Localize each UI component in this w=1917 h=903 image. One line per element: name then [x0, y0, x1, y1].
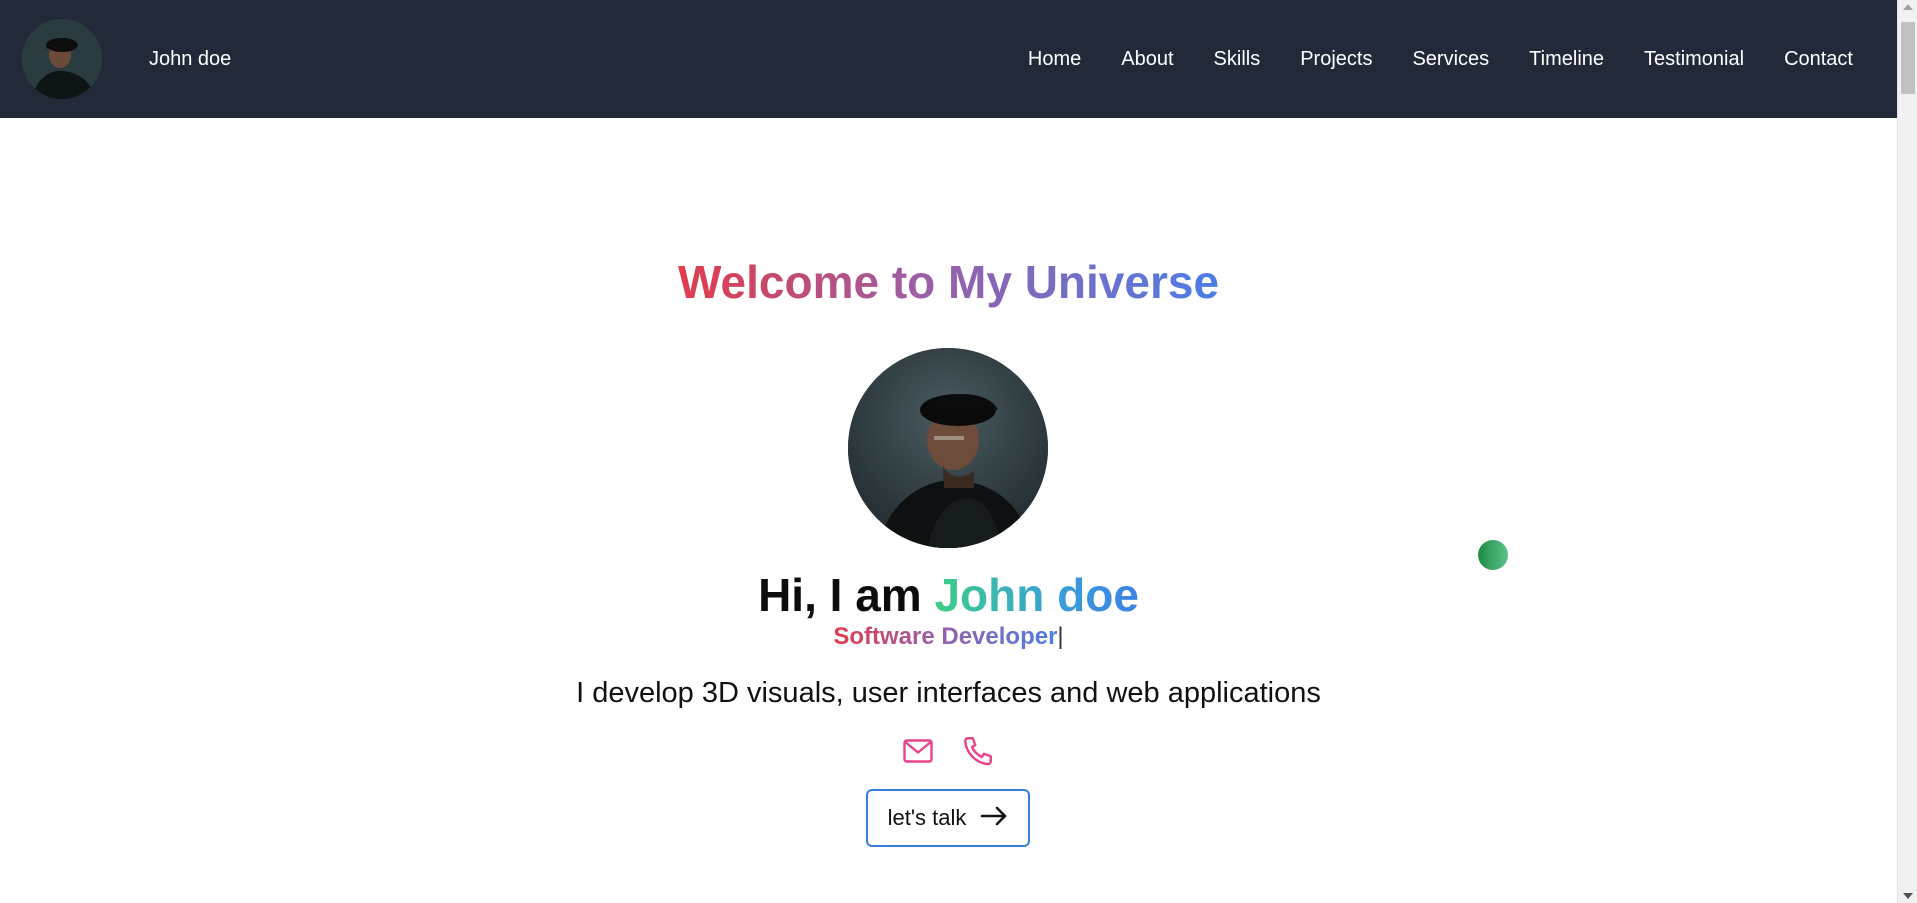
brand[interactable]: John doe	[22, 19, 231, 99]
hero-avatar	[848, 348, 1048, 548]
arrow-right-icon	[980, 805, 1008, 831]
role-text: Software Developer	[833, 623, 1058, 650]
contact-icons	[900, 733, 1020, 769]
nav-link-skills[interactable]: Skills	[1214, 48, 1261, 71]
hero-role: Software Developer|	[0, 623, 1897, 651]
nav-link-contact[interactable]: Contact	[1784, 48, 1853, 71]
scroll-down-arrow-icon[interactable]	[1903, 893, 1913, 899]
nav-link-home[interactable]: Home	[1028, 48, 1081, 71]
scroll-thumb[interactable]	[1901, 22, 1915, 94]
nav-link-timeline[interactable]: Timeline	[1529, 48, 1604, 71]
lets-talk-label: let's talk	[887, 805, 967, 830]
page: John doe Home About Skills Projects Serv…	[0, 0, 1897, 903]
scroll-up-arrow-icon[interactable]	[1903, 4, 1913, 10]
hero-intro: Hi, I am John doe	[0, 568, 1897, 622]
nav-links: Home About Skills Projects Services Time…	[988, 0, 1853, 118]
hero-tagline: I develop 3D visuals, user interfaces an…	[576, 677, 1321, 709]
brand-name[interactable]: John doe	[149, 48, 231, 71]
typing-cursor: |	[1057, 623, 1064, 650]
floating-dot	[1478, 540, 1508, 570]
intro-prefix: Hi, I am	[758, 569, 935, 621]
hero-title-text: Welcome to My Universe	[677, 256, 1220, 308]
nav-link-about[interactable]: About	[1121, 48, 1173, 71]
lets-talk-button[interactable]: let's talk	[866, 789, 1030, 847]
scrollbar[interactable]	[1897, 0, 1917, 903]
nav-link-projects[interactable]: Projects	[1300, 48, 1372, 71]
brand-avatar	[22, 19, 102, 99]
hero-title: Welcome to My Universe	[0, 255, 1897, 309]
nav-link-testimonial[interactable]: Testimonial	[1644, 48, 1744, 71]
phone-icon[interactable]	[960, 733, 996, 769]
navbar: John doe Home About Skills Projects Serv…	[0, 0, 1897, 118]
mail-icon[interactable]	[900, 733, 936, 769]
nav-link-services[interactable]: Services	[1412, 48, 1489, 71]
intro-name: John doe	[934, 569, 1139, 621]
